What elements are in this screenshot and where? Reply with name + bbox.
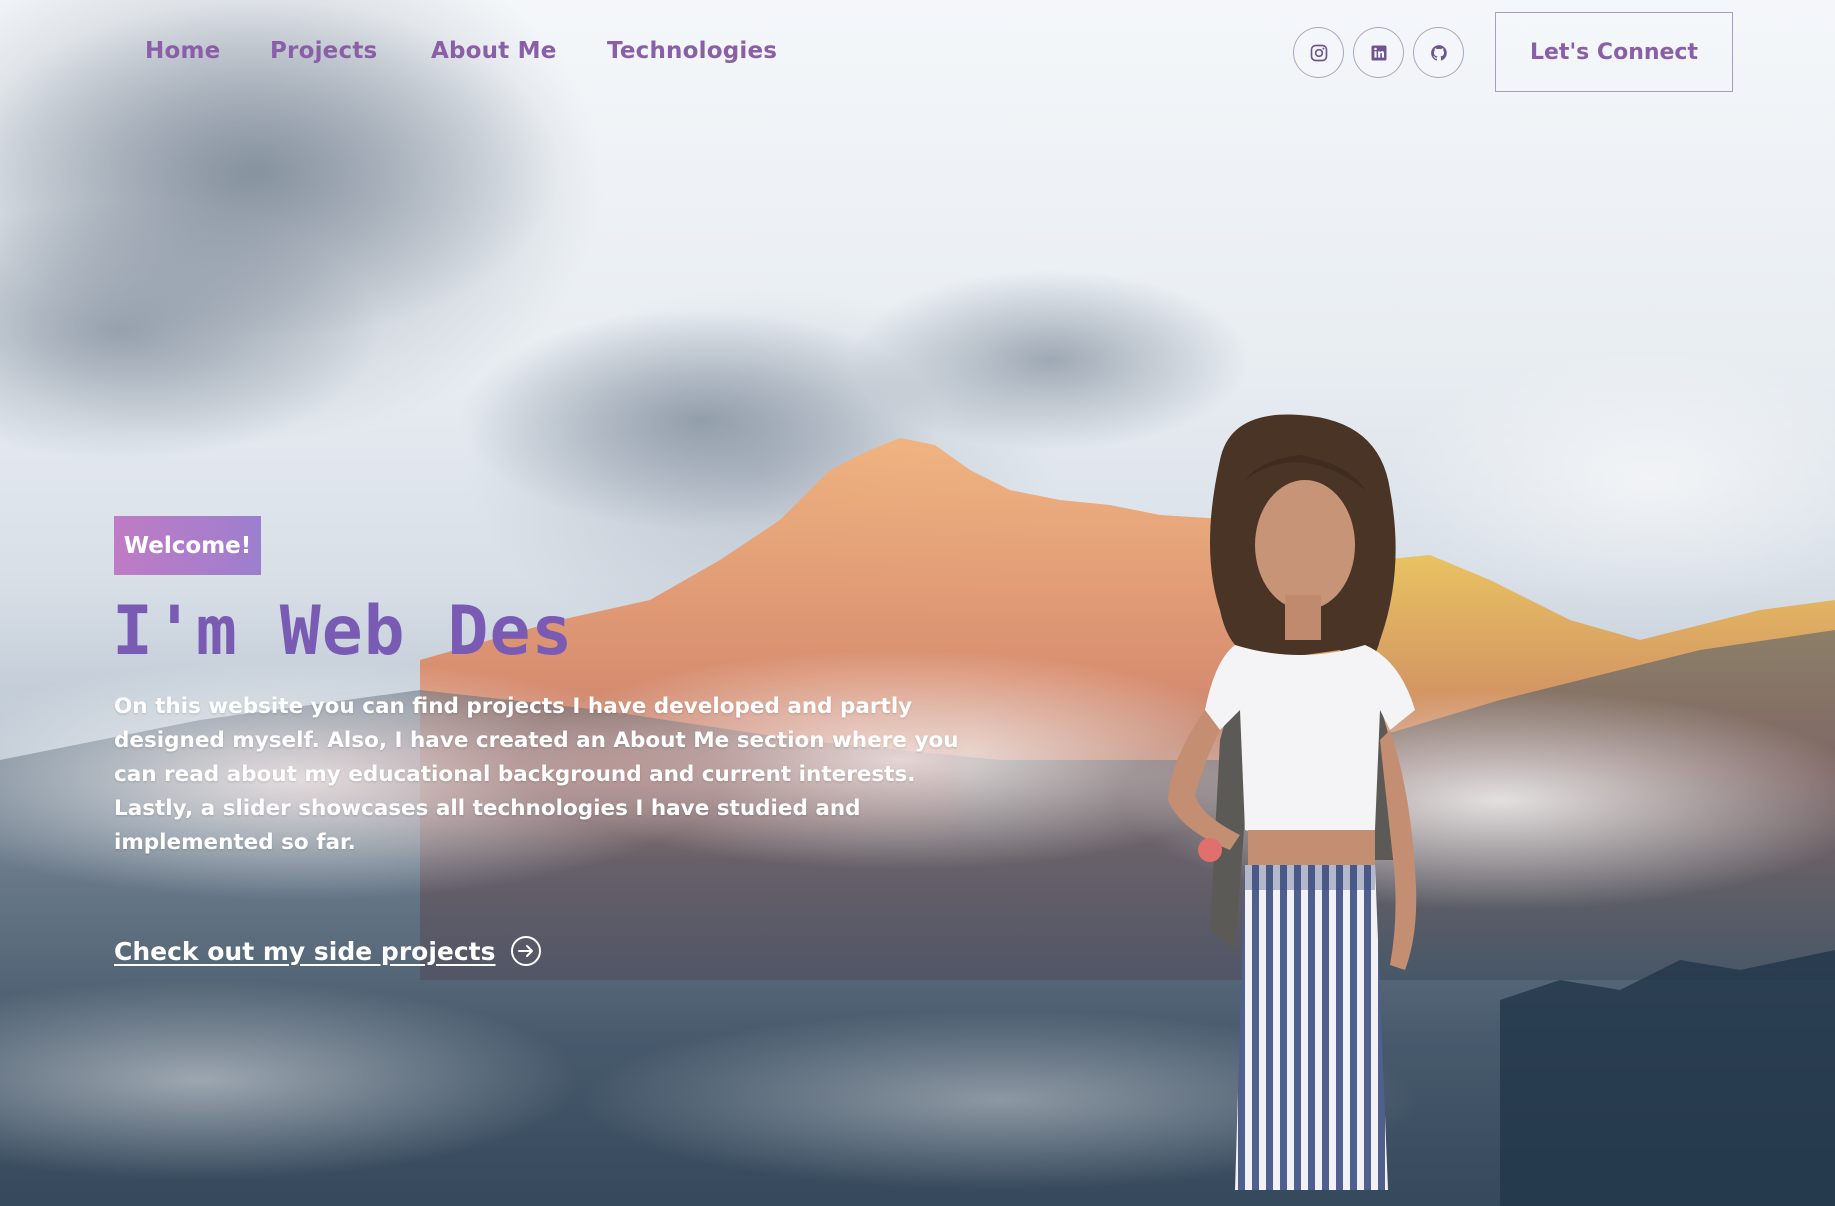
connect-button[interactable]: Let's Connect xyxy=(1495,12,1733,92)
nav-technologies[interactable]: Technologies xyxy=(607,38,777,64)
nav-home[interactable]: Home xyxy=(145,38,220,64)
cta-label: Check out my side projects xyxy=(114,936,496,966)
linkedin-link[interactable] xyxy=(1353,27,1404,78)
hero-headline: I'm Web Des xyxy=(112,592,574,671)
hero-description: On this website you can find projects I … xyxy=(114,694,959,855)
welcome-badge: Welcome! xyxy=(114,516,261,575)
instagram-icon xyxy=(1310,44,1327,61)
side-projects-link[interactable]: Check out my side projects xyxy=(114,935,542,967)
instagram-link[interactable] xyxy=(1293,27,1344,78)
top-nav: Home Projects About Me Technologies Let'… xyxy=(0,0,1835,104)
github-link[interactable] xyxy=(1413,27,1464,78)
arrow-right-circle-icon xyxy=(510,936,541,966)
nav-projects[interactable]: Projects xyxy=(270,38,377,64)
nav-about-me[interactable]: About Me xyxy=(431,38,557,64)
github-icon xyxy=(1430,44,1447,61)
portrait-photo xyxy=(1168,414,1417,1190)
linkedin-icon xyxy=(1371,45,1386,60)
